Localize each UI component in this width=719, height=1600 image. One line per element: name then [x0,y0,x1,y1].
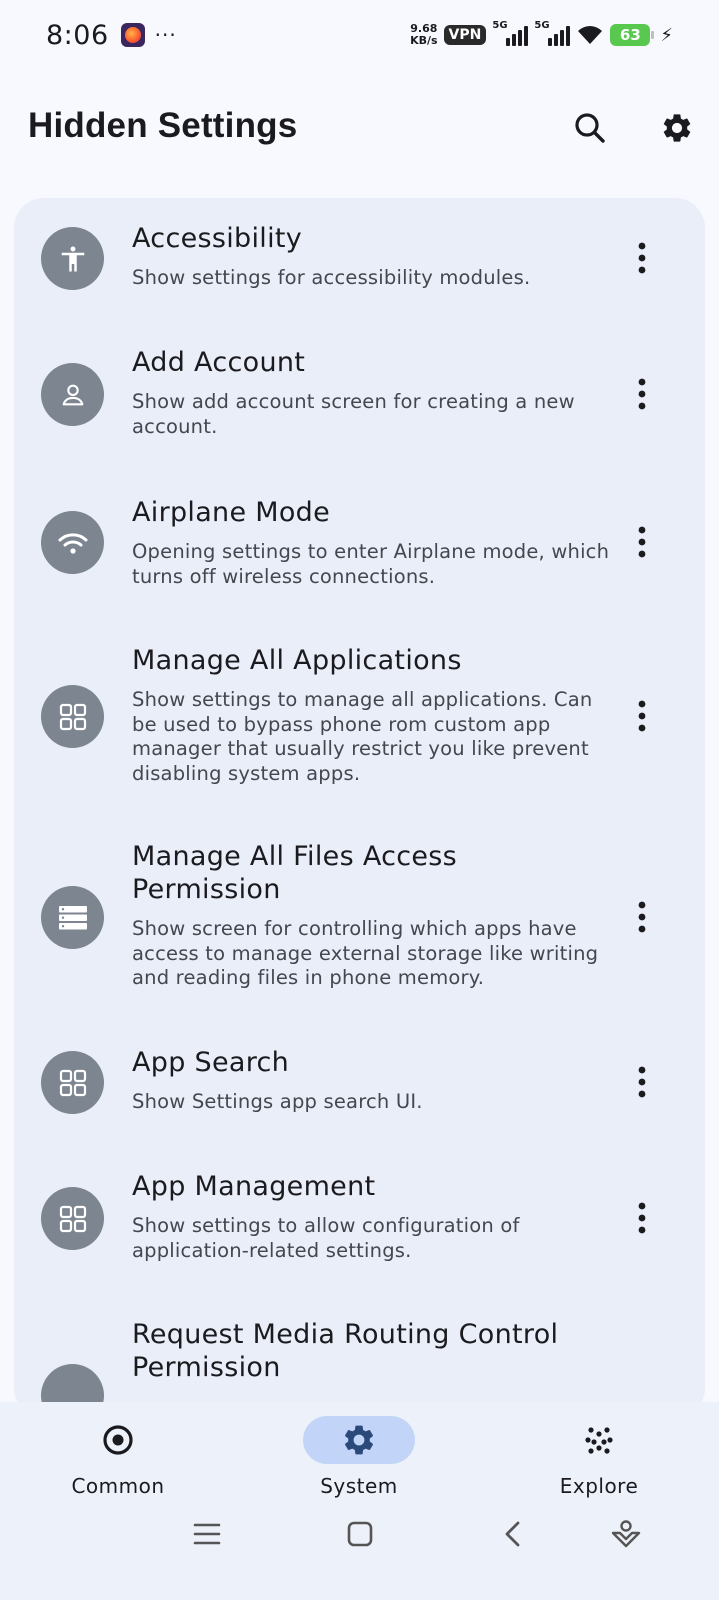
apps-grid-icon [41,1051,104,1114]
tab-label: Common [71,1474,165,1498]
list-item-manage-all-applications[interactable]: Manage All Applications Show settings to… [14,620,705,816]
item-title: Request Media Routing Control Permission [132,1319,559,1383]
assistant-button[interactable] [604,1512,648,1556]
nav-pill [543,1416,655,1464]
list-item-accessibility[interactable]: Accessibility Show settings for accessib… [14,198,705,322]
item-title: App Management [132,1171,376,1202]
item-description: Show settings to allow configuration of … [132,1214,520,1262]
more-options-button[interactable] [626,1194,658,1242]
settings-button[interactable] [653,104,701,152]
vpn-badge: VPN [443,25,487,45]
signal-sim1-icon: 5G [492,20,529,46]
system-navigation-bar [0,1512,719,1562]
search-icon [575,113,605,143]
item-title: App Search [132,1047,290,1078]
item-description: Show settings for accessibility modules. [132,266,531,289]
more-options-button[interactable] [626,692,658,740]
item-description: Opening settings to enter Airplane mode,… [132,540,610,588]
more-vert-icon [638,1066,646,1098]
tab-explore[interactable]: Explore [519,1416,679,1498]
more-vert-icon [638,700,646,732]
item-title: Manage All Files Access Permission [132,841,458,905]
menu-button[interactable] [185,1512,229,1556]
home-square-icon [347,1521,373,1547]
more-options-button[interactable] [626,234,658,282]
item-title: Airplane Mode [132,497,331,528]
more-vert-icon [638,901,646,933]
more-vert-icon [638,242,646,274]
more-notifications-icon: ··· [154,23,177,47]
list-item-add-account[interactable]: Add Account Show add account screen for … [14,322,705,472]
list-item-app-search[interactable]: App Search Show Settings app search UI. [14,1022,705,1146]
page-title: Hidden Settings [28,106,298,145]
bottom-navigation: Common System Explore [0,1402,719,1600]
more-options-button[interactable] [626,518,658,566]
signal-sim2-icon: 5G [534,20,571,46]
more-vert-icon [638,378,646,410]
list-item-app-management[interactable]: App Management Show settings to allow co… [14,1146,705,1294]
list-item-manage-all-files-access[interactable]: Manage All Files Access Permission Show … [14,816,705,1022]
apps-grid-icon [41,685,104,748]
status-time: 8:06 [46,19,109,51]
search-button[interactable] [566,104,614,152]
item-description: Show screen for controlling which apps h… [132,917,599,989]
status-bar: 8:06 ··· 9.68 KB/s VPN 5G 5G 63 ⚡ [0,0,719,70]
tab-system[interactable]: System [279,1416,439,1498]
accessibility-icon [41,227,104,290]
back-button[interactable] [491,1512,535,1556]
top-app-bar: Hidden Settings [0,90,719,170]
item-title: Manage All Applications [132,645,462,676]
storage-icon [41,886,104,949]
item-description: Show settings to manage all applications… [132,688,593,785]
wifi-status-icon [578,26,603,44]
back-chevron-icon [505,1521,520,1547]
settings-list: Accessibility Show settings for accessib… [14,198,705,1418]
battery-indicator: 63 [610,24,655,46]
person-icon [41,363,104,426]
status-indicators: 9.68 KB/s VPN 5G 5G 63 ⚡ [410,20,673,47]
nav-pill [62,1416,174,1464]
apps-grid-icon [41,1187,104,1250]
list-item-request-media-routing[interactable]: Request Media Routing Control Permission [14,1294,705,1418]
assistant-icon [611,1520,641,1548]
gear-icon [344,1425,374,1455]
tab-label: System [320,1474,398,1498]
more-options-button[interactable] [626,1058,658,1106]
home-button[interactable] [338,1512,382,1556]
tab-common[interactable]: Common [38,1416,198,1498]
more-options-button[interactable] [626,893,658,941]
network-speed: 9.68 KB/s [410,22,438,47]
charging-icon: ⚡ [660,24,673,46]
nav-pill-active [303,1416,415,1464]
item-title: Accessibility [132,223,303,254]
more-vert-icon [638,526,646,558]
more-options-button[interactable] [626,370,658,418]
wifi-icon [41,511,104,574]
gear-icon [663,114,691,142]
radio-target-icon [103,1425,133,1455]
more-vert-icon [638,1202,646,1234]
item-description: Show add account screen for creating a n… [132,390,575,438]
firefox-notification-icon [120,23,145,47]
item-title: Add Account [132,347,306,378]
item-description: Show Settings app search UI. [132,1090,423,1113]
list-item-airplane-mode[interactable]: Airplane Mode Opening settings to enter … [14,472,705,620]
dots-cluster-icon [585,1427,613,1454]
tab-label: Explore [559,1474,639,1498]
menu-icon [193,1523,221,1545]
